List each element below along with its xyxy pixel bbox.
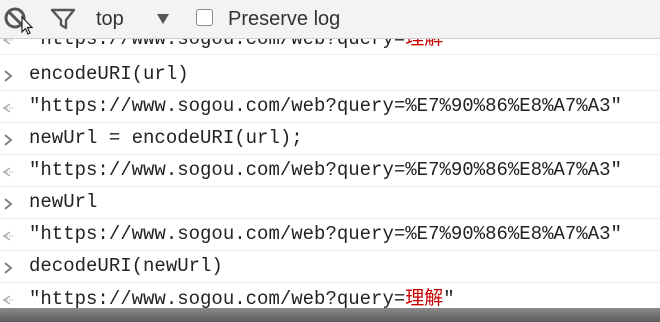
console-input-row: newUrl = encodeURI(url); [0, 123, 660, 155]
window-bottom-edge [0, 308, 660, 322]
chevron-right-icon [0, 196, 20, 212]
return-arrow-icon [0, 228, 20, 244]
dropdown-triangle-icon [156, 12, 170, 30]
console-input-row: encodeURI(url) [0, 59, 660, 91]
console-output-row: "https://www.sogou.com/web?query=%E7%90%… [0, 155, 660, 187]
clear-console-icon [2, 7, 38, 39]
return-arrow-icon [0, 164, 20, 180]
console-input-text: newUrl = encodeURI(url); [29, 127, 303, 149]
console-input-row: newUrl [0, 187, 660, 219]
chevron-right-icon [0, 132, 20, 148]
filter-icon [48, 8, 80, 37]
console-output-text: "https://www.sogou.com/web?query=%E7%90%… [29, 95, 622, 117]
console-log[interactable]: "https://www.sogou.com/web?query=理解 enco… [0, 0, 660, 322]
preserve-log-toggle[interactable]: Preserve log [194, 4, 354, 34]
context-label: top [96, 8, 124, 30]
context-selector[interactable]: top [90, 4, 190, 34]
console-output-row: "https://www.sogou.com/web?query=%E7%90%… [0, 91, 660, 123]
console-toolbar: top Preserve log [0, 0, 660, 39]
console-output-text: "https://www.sogou.com/web?query=理解" [29, 287, 455, 310]
preserve-log-checkbox[interactable] [196, 9, 213, 26]
filter-button[interactable] [48, 5, 80, 33]
console-output-text: "https://www.sogou.com/web?query=%E7%90%… [29, 159, 622, 181]
console-input-text: encodeURI(url) [29, 63, 189, 85]
console-output-row: "https://www.sogou.com/web?query=%E7%90%… [0, 219, 660, 251]
return-arrow-icon [0, 292, 20, 308]
preserve-log-label: Preserve log [228, 8, 341, 30]
console-input-text: decodeURI(newUrl) [29, 255, 223, 277]
console-output-text: "https://www.sogou.com/web?query=%E7%90%… [29, 223, 622, 245]
return-arrow-icon [0, 100, 20, 116]
clear-console-button[interactable] [2, 5, 38, 35]
devtools-console-panel: "https://www.sogou.com/web?query=理解 enco… [0, 0, 660, 322]
chevron-right-icon [0, 68, 20, 84]
console-input-row: decodeURI(newUrl) [0, 251, 660, 283]
console-input-text: newUrl [29, 191, 98, 213]
chevron-right-icon [0, 260, 20, 276]
